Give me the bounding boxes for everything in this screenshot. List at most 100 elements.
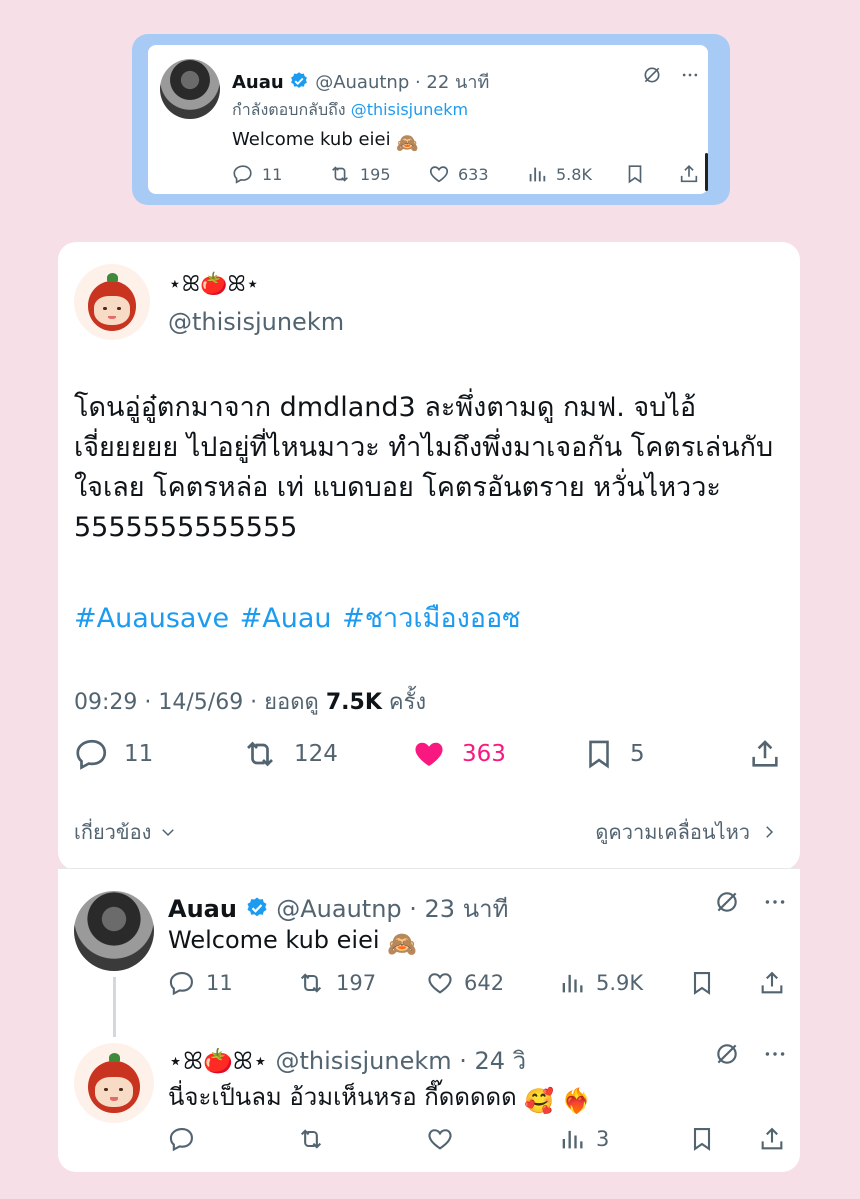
like-button[interactable]: 363 xyxy=(410,736,506,772)
share-icon xyxy=(680,165,698,183)
views-icon xyxy=(562,974,583,993)
main-tweet-card: ⋆ꕤ🍅ꕤ⋆ @thisisjunekm โดนอู่อู๋ตกมาจาก dmd… xyxy=(58,242,800,870)
handle[interactable]: @Auautnp xyxy=(315,72,409,93)
like-button[interactable]: 633 xyxy=(428,163,489,185)
retweet-count: 124 xyxy=(294,741,338,767)
thread-line xyxy=(113,977,116,1037)
retweet-count: 197 xyxy=(336,971,377,995)
reply-tweet[interactable]: ⋆ꕤ🍅ꕤ⋆ @thisisjunekm · 24 วิ นี่จะเป็นลม … xyxy=(58,1029,800,1169)
views-count: 5.8K xyxy=(556,164,592,184)
bookmark-button[interactable] xyxy=(688,969,716,997)
timestamp[interactable]: 23 นาที xyxy=(425,895,509,923)
views-button[interactable]: 5.9K xyxy=(558,969,643,997)
timestamp[interactable]: 24 วิ xyxy=(475,1047,527,1075)
retweet-button[interactable] xyxy=(296,1125,326,1153)
tweet-header: ⋆ꕤ🍅ꕤ⋆ @thisisjunekm · 24 วิ xyxy=(168,1047,527,1075)
reply-button[interactable]: 11 xyxy=(232,163,282,185)
related-dropdown[interactable]: เกี่ยวข้อง xyxy=(74,816,177,848)
avatar[interactable] xyxy=(74,264,150,340)
tweet-menu xyxy=(642,65,700,85)
retweet-icon xyxy=(332,166,348,182)
chevron-right-icon xyxy=(766,826,774,838)
avatar[interactable] xyxy=(74,891,154,971)
reply-button[interactable]: 11 xyxy=(74,736,153,772)
verified-badge-icon xyxy=(247,897,267,917)
views-icon xyxy=(562,1130,583,1149)
reply-to-link[interactable]: @thisisjunekm xyxy=(351,100,468,119)
share-button[interactable] xyxy=(758,969,786,997)
reply-tweet[interactable]: Auau @Auautnp · 23 นาที Welcome kub eiei… xyxy=(58,869,800,1037)
timestamp[interactable]: 09:29 · 14/5/69 · ยอดดู xyxy=(74,690,319,715)
views-count: 5.9K xyxy=(596,971,644,995)
hashtags[interactable]: #Auausave #Auau #ชาวเมืองออซ xyxy=(74,596,521,639)
tweet-header: Auau @Auautnp · 22 นาที xyxy=(232,72,490,93)
heart-icon xyxy=(428,973,452,994)
display-name[interactable]: Auau xyxy=(232,72,284,93)
timestamp[interactable]: 22 นาที xyxy=(426,72,489,93)
more-icon[interactable] xyxy=(762,1041,788,1067)
see-no-evil-monkey-emoji: 🙈 xyxy=(396,133,419,154)
reply-button[interactable]: 11 xyxy=(168,969,233,997)
retweet-button[interactable]: 197 xyxy=(296,969,376,997)
heart-icon xyxy=(429,166,449,183)
display-name[interactable]: Auau xyxy=(168,895,237,923)
retweet-button[interactable]: 195 xyxy=(328,163,391,185)
reply-button[interactable] xyxy=(168,1125,196,1153)
grok-icon[interactable] xyxy=(714,889,740,915)
heart-on-fire-emoji: ❤️‍🔥 xyxy=(561,1087,592,1115)
bookmark-icon xyxy=(693,972,711,995)
like-button[interactable]: 642 xyxy=(426,969,504,997)
retweet-icon xyxy=(300,1129,322,1149)
tweet-actions: 11 195 633 5.8K xyxy=(232,160,702,190)
bookmark-icon xyxy=(589,740,609,769)
share-button[interactable] xyxy=(748,736,782,772)
views-count: 7.5K xyxy=(325,690,382,715)
handle[interactable]: @Auautnp xyxy=(276,895,401,923)
view-activity-link[interactable]: ดูความเคลื่อนไหว xyxy=(595,816,778,848)
top-tweet-frame: Auau @Auautnp · 22 นาที กำลังตอบกลับถึง … xyxy=(132,34,730,205)
views-count: 3 xyxy=(596,1127,610,1151)
reply-icon xyxy=(76,739,107,770)
like-button[interactable] xyxy=(426,1125,454,1153)
views-suffix: ครั้ง xyxy=(388,690,427,715)
display-name[interactable]: ⋆ꕤ🍅ꕤ⋆ xyxy=(168,272,260,297)
tweet-menu xyxy=(714,889,788,915)
more-icon[interactable] xyxy=(762,889,788,915)
bookmark-button[interactable]: 5 xyxy=(582,736,645,772)
scrollbar[interactable] xyxy=(705,153,708,191)
grok-icon[interactable] xyxy=(714,1041,740,1067)
grok-icon[interactable] xyxy=(642,65,662,85)
share-button[interactable] xyxy=(758,1125,786,1153)
verified-badge-icon xyxy=(291,72,308,88)
bookmark-count: 5 xyxy=(630,741,645,767)
tweet-text: โดนอู่อู๋ตกมาจาก dmdland3 ละพึ่งตามดู กม… xyxy=(74,392,774,543)
views-icon xyxy=(529,167,546,182)
handle[interactable]: @thisisjunekm xyxy=(168,308,344,336)
smiling-face-with-hearts-emoji: 🥰 xyxy=(524,1087,555,1115)
display-name[interactable]: ⋆ꕤ🍅ꕤ⋆ xyxy=(168,1047,268,1075)
share-button[interactable] xyxy=(678,163,700,185)
views-button[interactable]: 3 xyxy=(558,1125,609,1153)
top-tweet-card[interactable]: Auau @Auautnp · 22 นาที กำลังตอบกลับถึง … xyxy=(148,45,708,194)
reply-icon xyxy=(169,972,193,996)
tweet-actions: 3 xyxy=(168,1123,788,1159)
avatar[interactable] xyxy=(160,59,220,119)
like-count: 633 xyxy=(458,164,489,184)
retweet-icon xyxy=(300,973,322,993)
handle[interactable]: @thisisjunekm xyxy=(276,1047,452,1075)
bookmark-button[interactable] xyxy=(624,163,646,185)
views-button[interactable]: 5.8K xyxy=(526,163,592,185)
avatar[interactable] xyxy=(74,1043,154,1123)
tweet-meta: 09:29 · 14/5/69 · ยอดดู 7.5K ครั้ง xyxy=(74,684,426,719)
replies-card: Auau @Auautnp · 23 นาที Welcome kub eiei… xyxy=(58,868,800,1172)
share-icon xyxy=(761,1127,783,1150)
tweet-actions: 11 197 642 5.9K xyxy=(168,967,788,1003)
tweet-header: Auau @Auautnp · 23 นาที xyxy=(168,895,509,923)
more-icon[interactable] xyxy=(680,65,700,85)
tweet-text: นี่จะเป็นลม อ้วมเห็นหรอ กี๊ดดดดด 🥰 ❤️‍🔥 xyxy=(168,1083,592,1115)
heart-filled-icon xyxy=(415,742,443,766)
reply-count: 11 xyxy=(262,164,283,184)
retweet-button[interactable]: 124 xyxy=(240,736,338,772)
bookmark-button[interactable] xyxy=(688,1125,716,1153)
reply-icon xyxy=(233,165,252,184)
